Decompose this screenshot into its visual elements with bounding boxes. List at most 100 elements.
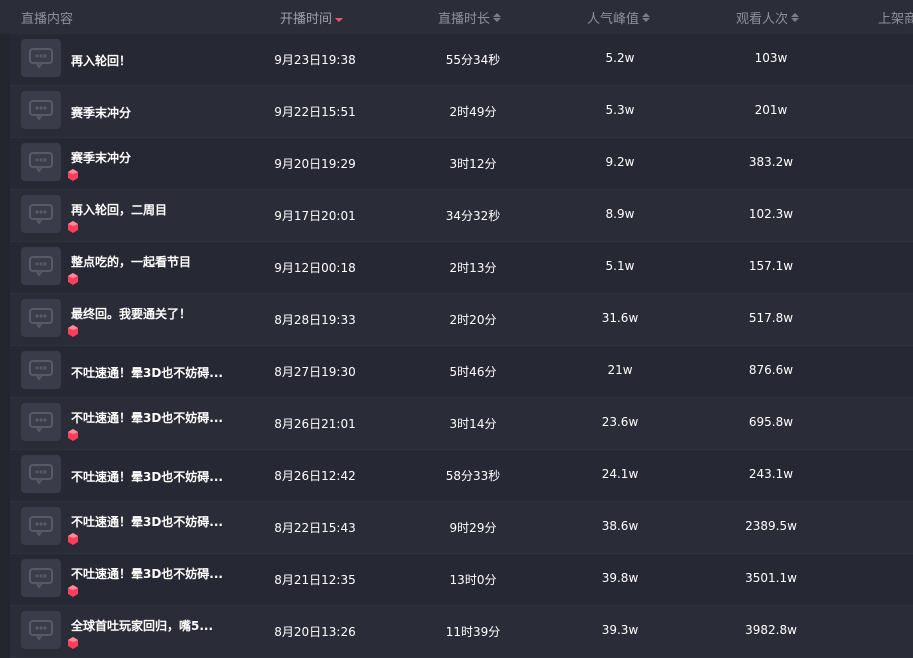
stream-title[interactable]: 不吐速通！晕3D也不妨碍... [71, 409, 223, 426]
duration-cell: 9时29分 [449, 521, 497, 535]
gem-icon [68, 533, 78, 545]
header-listed[interactable]: 上架商 [878, 8, 913, 27]
stream-thumbnail[interactable] [21, 455, 61, 493]
live-placeholder-icon [29, 464, 53, 484]
peak-cell: 5.2w [605, 51, 635, 65]
duration-cell: 2时13分 [449, 261, 497, 275]
stream-thumbnail[interactable] [21, 559, 61, 597]
views-cell: 157.1w [748, 259, 794, 273]
duration-cell: 3时14分 [449, 417, 497, 431]
table-row[interactable]: 整点吃的，一起看节目 9月12日00:18 2时13分 5.1w 157.1w [10, 242, 913, 294]
duration-cell: 13时0分 [449, 573, 497, 587]
table-row[interactable]: 再入轮回，二周目 9月17日20:01 34分32秒 8.9w 102.3w [10, 190, 913, 242]
header-duration[interactable]: 直播时长 [438, 8, 502, 27]
views-cell: 517.8w [748, 311, 794, 325]
live-placeholder-icon [29, 568, 53, 588]
start-time-cell: 8月26日21:01 [274, 417, 356, 431]
sort-icon[interactable] [642, 13, 651, 22]
gem-icon [68, 221, 78, 233]
start-time-cell: 8月27日19:30 [274, 365, 356, 379]
live-placeholder-icon [29, 204, 53, 224]
stream-title[interactable]: 最终回。我要通关了！ [71, 305, 191, 322]
stream-title[interactable]: 不吐速通！晕3D也不妨碍... [71, 468, 223, 485]
gem-icon [68, 637, 78, 649]
header-peak-label: 人气峰值 [587, 12, 640, 27]
stream-thumbnail[interactable] [21, 195, 61, 233]
stream-title[interactable]: 再入轮回！ [71, 52, 131, 69]
views-cell: 3982.8w [745, 623, 797, 637]
stream-title[interactable]: 再入轮回，二周目 [71, 201, 167, 218]
stream-title[interactable]: 赛季末冲分 [71, 149, 131, 166]
duration-cell: 2时49分 [449, 105, 497, 119]
live-placeholder-icon [29, 620, 53, 640]
header-duration-label: 直播时长 [438, 12, 491, 27]
live-placeholder-icon [29, 516, 53, 536]
sort-desc-icon[interactable] [335, 13, 344, 22]
stream-thumbnail[interactable] [21, 611, 61, 649]
sort-icon[interactable] [493, 13, 502, 22]
table-row[interactable]: 再入轮回！ 9月23日19:38 55分34秒 5.2w 103w [10, 34, 913, 86]
header-peak[interactable]: 人气峰值 [587, 8, 651, 27]
live-placeholder-icon [29, 308, 53, 328]
start-time-cell: 8月28日19:33 [274, 313, 356, 327]
stream-thumbnail[interactable] [21, 247, 61, 285]
sort-icon[interactable] [791, 13, 800, 22]
live-placeholder-icon [29, 100, 53, 120]
start-time-cell: 8月26日12:42 [274, 469, 356, 483]
peak-cell: 5.3w [605, 103, 635, 117]
views-cell: 2389.5w [745, 519, 797, 533]
table-row[interactable]: 不吐速通！晕3D也不妨碍... 8月26日21:01 3时14分 23.6w 6… [10, 398, 913, 450]
header-start-time[interactable]: 开播时间 [280, 8, 344, 27]
stream-thumbnail[interactable] [21, 351, 61, 389]
header-views[interactable]: 观看人次 [736, 8, 800, 27]
table-row[interactable]: 全球首吐玩家回归，嘴5... 8月20日13:26 11时39分 39.3w 3… [10, 606, 913, 658]
duration-cell: 58分33秒 [445, 469, 501, 483]
peak-cell: 5.1w [605, 259, 635, 273]
table-row[interactable]: 不吐速通！晕3D也不妨碍... 8月26日12:42 58分33秒 24.1w … [10, 450, 913, 502]
stream-thumbnail[interactable] [21, 143, 61, 181]
table-row[interactable]: 不吐速通！晕3D也不妨碍... 8月22日15:43 9时29分 38.6w 2… [10, 502, 913, 554]
gem-icon [68, 273, 78, 285]
stream-thumbnail[interactable] [21, 39, 61, 77]
peak-cell: 8.9w [605, 207, 635, 221]
live-placeholder-icon [29, 360, 53, 380]
table-row[interactable]: 赛季末冲分 9月20日19:29 3时12分 9.2w 383.2w [10, 138, 913, 190]
peak-cell: 39.3w [601, 623, 639, 637]
peak-cell: 39.8w [601, 571, 639, 585]
stream-title[interactable]: 不吐速通！晕3D也不妨碍... [71, 364, 223, 381]
table-header: 直播内容 开播时间 直播时长 人气峰值 观看人次 上架商 [0, 0, 913, 34]
stream-title[interactable]: 赛季末冲分 [71, 104, 131, 121]
views-cell: 201w [754, 103, 788, 117]
header-views-label: 观看人次 [736, 12, 789, 27]
stream-thumbnail[interactable] [21, 403, 61, 441]
table-row[interactable]: 最终回。我要通关了！ 8月28日19:33 2时20分 31.6w 517.8w [10, 294, 913, 346]
duration-cell: 2时20分 [449, 313, 497, 327]
table-row[interactable]: 不吐速通！晕3D也不妨碍... 8月21日12:35 13时0分 39.8w 3… [10, 554, 913, 606]
table-row[interactable]: 赛季末冲分 9月22日15:51 2时49分 5.3w 201w [10, 86, 913, 138]
start-time-cell: 9月17日20:01 [274, 209, 356, 223]
stream-title[interactable]: 全球首吐玩家回归，嘴5... [71, 617, 213, 634]
stream-title[interactable]: 不吐速通！晕3D也不妨碍... [71, 513, 223, 530]
peak-cell: 21w [607, 363, 633, 377]
stream-title[interactable]: 不吐速通！晕3D也不妨碍... [71, 565, 223, 582]
peak-cell: 31.6w [601, 311, 639, 325]
duration-cell: 3时12分 [449, 157, 497, 171]
stream-title[interactable]: 整点吃的，一起看节目 [71, 253, 191, 270]
duration-cell: 55分34秒 [445, 53, 501, 67]
peak-cell: 23.6w [601, 415, 639, 429]
table-row[interactable]: 不吐速通！晕3D也不妨碍... 8月27日19:30 5时46分 21w 876… [10, 346, 913, 398]
header-listed-label: 上架商 [878, 12, 913, 27]
start-time-cell: 8月22日15:43 [274, 521, 356, 535]
stream-thumbnail[interactable] [21, 507, 61, 545]
header-content: 直播内容 [21, 8, 73, 27]
stream-list: 再入轮回！ 9月23日19:38 55分34秒 5.2w 103w 赛季末冲分 … [10, 34, 913, 658]
stream-thumbnail[interactable] [21, 91, 61, 129]
views-cell: 102.3w [748, 207, 794, 221]
peak-cell: 38.6w [601, 519, 639, 533]
views-cell: 103w [754, 51, 788, 65]
stream-thumbnail[interactable] [21, 299, 61, 337]
peak-cell: 24.1w [601, 467, 639, 481]
views-cell: 695.8w [748, 415, 794, 429]
duration-cell: 5时46分 [449, 365, 497, 379]
header-start-time-label: 开播时间 [280, 12, 333, 27]
